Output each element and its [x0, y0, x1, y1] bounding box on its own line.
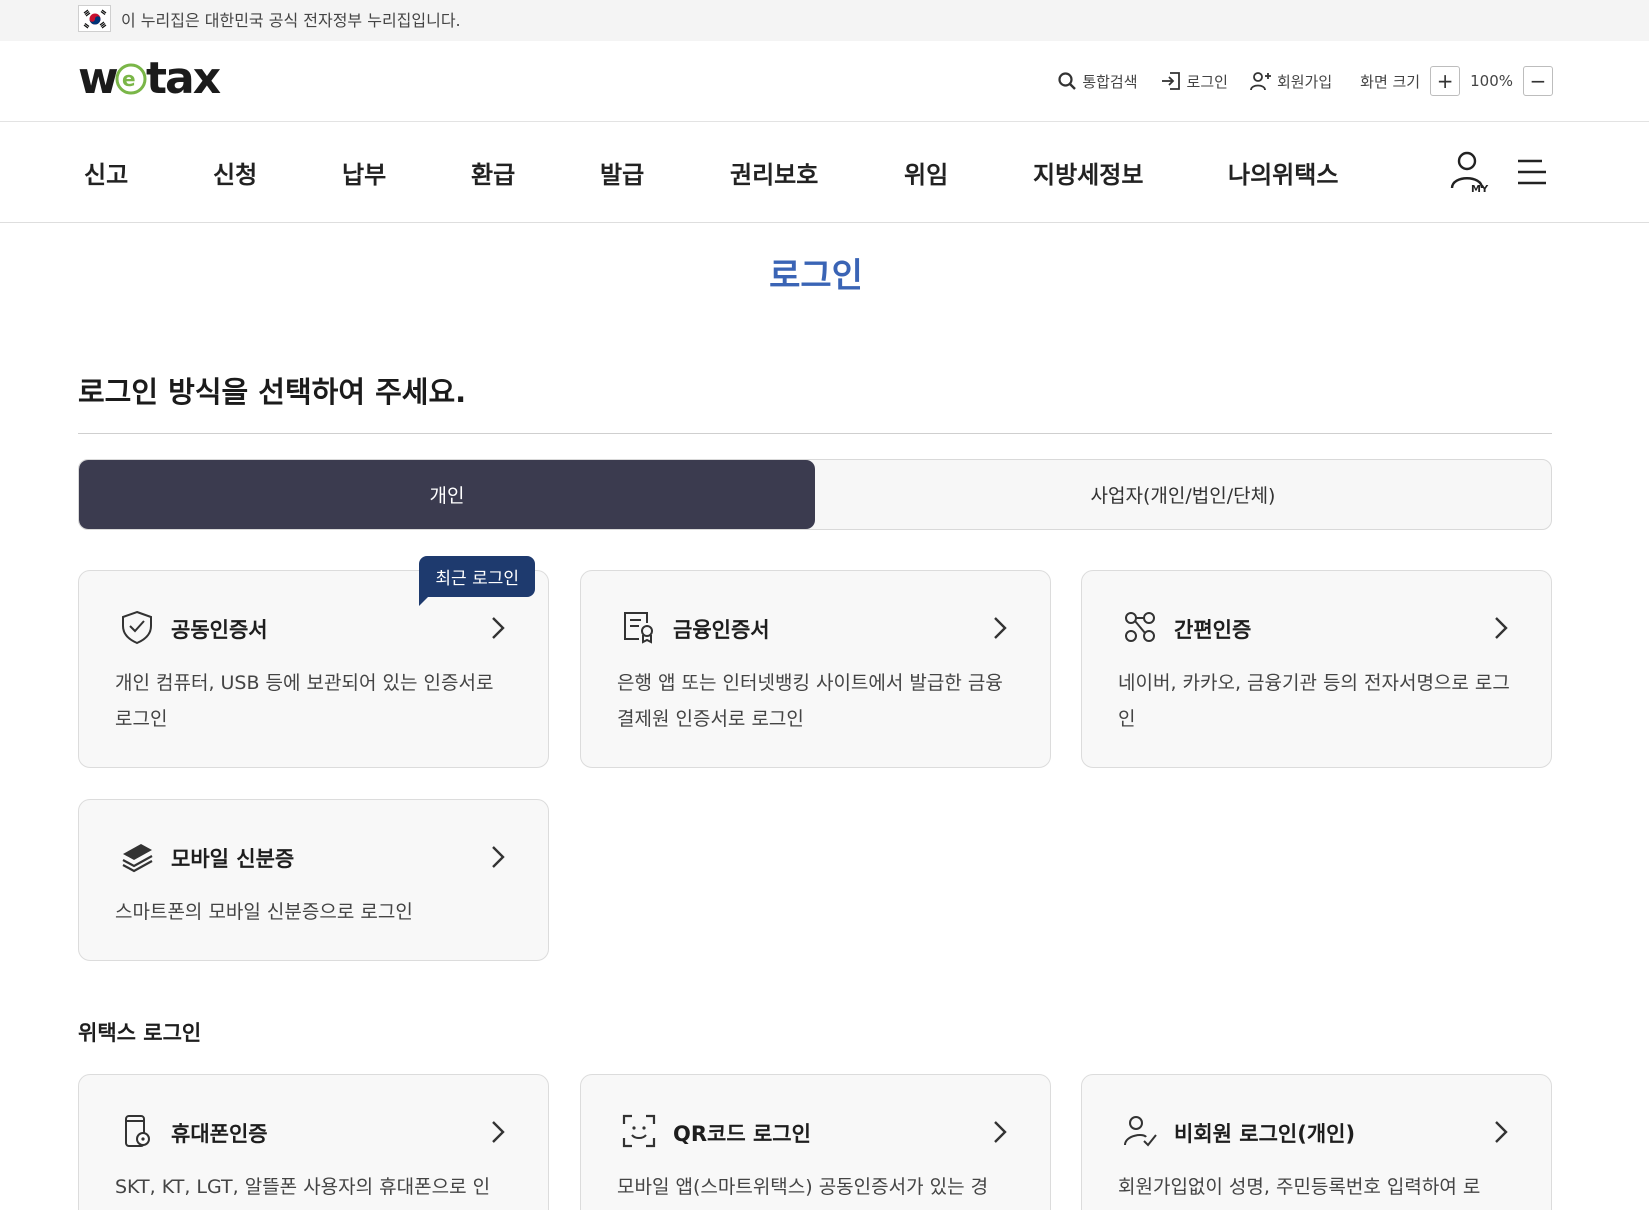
wetax-login-heading: 위택스 로그인 — [78, 1021, 202, 1045]
my-label: MY — [1471, 184, 1489, 194]
zoom-out-button[interactable]: − — [1523, 66, 1553, 96]
card-description: 모바일 앱(스마트위택스) 공동인증서가 있는 경 — [617, 1176, 989, 1198]
nav-item-pay[interactable]: 납부 — [342, 155, 386, 190]
layers-icon — [119, 838, 155, 874]
card-description: 회원가입없이 성명, 주민등록번호 입력하여 로 — [1118, 1176, 1481, 1198]
nav-item-rights[interactable]: 권리보호 — [730, 155, 818, 190]
korea-flag-icon — [78, 5, 111, 32]
search-link-label: 통합검색 — [1082, 72, 1138, 91]
phone-icon — [119, 1113, 155, 1149]
chevron-right-icon — [1495, 617, 1508, 639]
zoom-label: 화면 크기 — [1360, 72, 1421, 91]
nav-item-apply[interactable]: 신청 — [213, 155, 257, 190]
my-page-icon[interactable]: MY — [1449, 150, 1491, 195]
card-title: 금융인증서 — [673, 618, 770, 642]
svg-text:e: e — [122, 67, 136, 91]
gov-banner-text: 이 누리집은 대한민국 공식 전자정부 누리집입니다. — [121, 10, 461, 30]
site-header: w e tax 통합검색 로그인 회원가입 화면 크기 + 100% − — [0, 41, 1649, 122]
zoom-control: 화면 크기 + 100% − — [1360, 66, 1553, 96]
chevron-right-icon — [994, 617, 1007, 639]
card-qr-login[interactable]: QR코드 로그인 모바일 앱(스마트위택스) 공동인증서가 있는 경 — [580, 1074, 1051, 1210]
card-title: 모바일 신분증 — [171, 847, 295, 871]
chevron-right-icon — [1495, 1121, 1508, 1143]
card-description: 스마트폰의 모바일 신분증으로 로그인 — [115, 901, 413, 923]
integrated-search-link[interactable]: 통합검색 — [1057, 71, 1138, 92]
card-phone-auth[interactable]: 휴대폰인증 SKT, KT, LGT, 알뜰폰 사용자의 휴대폰으로 인 — [78, 1074, 549, 1210]
nav-item-delegate[interactable]: 위임 — [904, 155, 948, 190]
card-title: QR코드 로그인 — [673, 1122, 811, 1146]
hamburger-menu-icon[interactable] — [1516, 157, 1548, 187]
svg-text:tax: tax — [146, 55, 221, 104]
card-description: SKT, KT, LGT, 알뜰폰 사용자의 휴대폰으로 인 — [115, 1176, 491, 1198]
chevron-right-icon — [492, 617, 505, 639]
card-guest-login[interactable]: 비회원 로그인(개인) 회원가입없이 성명, 주민등록번호 입력하여 로 — [1081, 1074, 1552, 1210]
user-check-icon — [1122, 1113, 1158, 1149]
chevron-right-icon — [994, 1121, 1007, 1143]
card-mobile-id[interactable]: 모바일 신분증 스마트폰의 모바일 신분증으로 로그인 — [78, 799, 549, 961]
login-icon — [1161, 72, 1180, 90]
card-description: 개인 컴퓨터, USB 등에 보관되어 있는 인증서로 로그인 — [115, 672, 494, 730]
shield-check-icon — [119, 609, 155, 645]
login-link-label: 로그인 — [1186, 72, 1228, 91]
qr-scan-icon — [621, 1113, 657, 1149]
card-description: 네이버, 카카오, 금융기관 등의 전자서명으로 로그인 — [1118, 672, 1510, 730]
nav-item-report[interactable]: 신고 — [84, 155, 128, 190]
main-nav: 신고 신청 납부 환급 발급 권리보호 위임 지방세정보 나의위택스 MY — [0, 122, 1649, 223]
user-plus-icon — [1250, 72, 1271, 91]
divider — [78, 433, 1552, 434]
gov-banner: 이 누리집은 대한민국 공식 전자정부 누리집입니다. — [0, 0, 1649, 41]
signup-link[interactable]: 회원가입 — [1250, 71, 1332, 92]
signup-link-label: 회원가입 — [1276, 72, 1333, 91]
nav-item-refund[interactable]: 환급 — [471, 155, 515, 190]
nav-item-my-wetax[interactable]: 나의위택스 — [1228, 155, 1338, 190]
nav-item-local-tax-info[interactable]: 지방세정보 — [1033, 155, 1143, 190]
tab-personal[interactable]: 개인 — [79, 460, 815, 529]
card-joint-certificate[interactable]: 최근 로그인 공동인증서 개인 컴퓨터, USB 등에 보관되어 있는 인증서로… — [78, 556, 549, 768]
certificate-icon — [621, 609, 657, 645]
card-title: 휴대폰인증 — [171, 1122, 268, 1146]
zoom-in-button[interactable]: + — [1430, 66, 1461, 96]
login-link[interactable]: 로그인 — [1160, 71, 1228, 92]
nodes-icon — [1122, 609, 1158, 645]
card-title: 비회원 로그인(개인) — [1174, 1122, 1356, 1146]
page-title: 로그인 — [769, 256, 863, 296]
svg-text:w: w — [78, 55, 118, 104]
utility-menu: 통합검색 로그인 회원가입 화면 크기 + 100% − — [1057, 66, 1553, 96]
zoom-value: 100% — [1470, 72, 1513, 90]
tab-business[interactable]: 사업자(개인/법인/단체) — [815, 460, 1551, 529]
login-type-tabs: 개인 사업자(개인/법인/단체) — [78, 459, 1552, 530]
login-method-heading: 로그인 방식을 선택하여 주세요. — [78, 375, 467, 409]
nav-item-issue[interactable]: 발급 — [600, 155, 644, 190]
card-title: 공동인증서 — [171, 618, 268, 642]
card-title: 간편인증 — [1174, 618, 1252, 642]
card-description: 은행 앱 또는 인터넷뱅킹 사이트에서 발급한 금융결제원 인증서로 로그인 — [617, 672, 1003, 730]
chevron-right-icon — [492, 1121, 505, 1143]
wetax-logo[interactable]: w e tax — [78, 54, 228, 106]
card-financial-certificate[interactable]: 금융인증서 은행 앱 또는 인터넷뱅킹 사이트에서 발급한 금융결제원 인증서로… — [580, 570, 1051, 768]
recent-login-badge: 최근 로그인 — [419, 556, 535, 606]
card-simple-auth[interactable]: 간편인증 네이버, 카카오, 금융기관 등의 전자서명으로 로그인 — [1081, 570, 1552, 768]
search-icon — [1058, 72, 1077, 90]
chevron-right-icon — [492, 846, 505, 868]
